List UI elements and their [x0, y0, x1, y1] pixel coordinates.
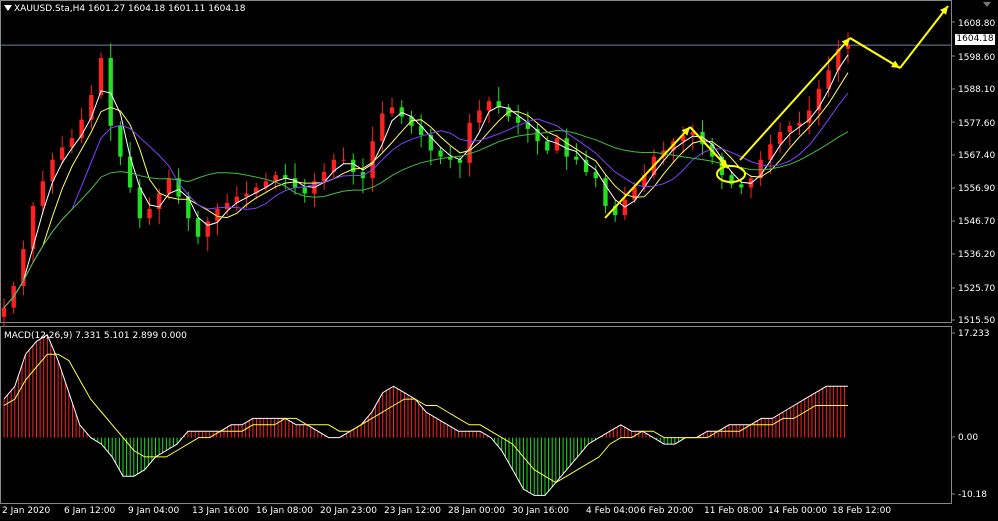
- price-tick: 1598.60: [958, 53, 996, 63]
- pullback-arrow: [689, 126, 729, 169]
- macd-frame: [0, 326, 952, 504]
- candle-body: [302, 187, 307, 194]
- macd-tick: 0.00: [958, 433, 979, 443]
- candle-body: [787, 125, 792, 132]
- candle-body: [545, 141, 550, 151]
- time-tick: 4 Feb 04:00: [586, 506, 640, 516]
- time-tick: 11 Feb 08:00: [704, 506, 764, 516]
- forecast-rise-arrow: [899, 5, 949, 69]
- candle-body: [98, 58, 104, 96]
- time-tick: 28 Jan 00:00: [448, 506, 505, 516]
- candle-body: [574, 156, 579, 160]
- candle-body: [224, 202, 230, 210]
- candle-body: [438, 150, 443, 157]
- price-tick: 1536.20: [958, 250, 996, 260]
- candle-body: [739, 184, 744, 188]
- price-tick: 1556.90: [958, 184, 996, 194]
- macd-tick: -10.18: [958, 490, 988, 500]
- candle-body: [515, 116, 521, 123]
- price-tick: 1588.10: [958, 85, 996, 95]
- candle-body: [341, 159, 346, 161]
- candle-body: [244, 193, 249, 197]
- candle-body: [89, 95, 94, 120]
- chart-canvas[interactable]: [0, 0, 998, 521]
- price-tick: 1608.80: [958, 19, 996, 29]
- candle-body: [467, 122, 472, 163]
- candle-body: [166, 178, 172, 194]
- candle-body: [389, 107, 395, 114]
- time-tick: 18 Feb 12:00: [832, 506, 892, 516]
- price-tick: 1515.50: [958, 316, 996, 326]
- candle-body: [477, 110, 482, 123]
- current-price-label: 1604.18: [955, 34, 995, 45]
- price-tick: 1567.40: [958, 151, 996, 161]
- candle-body: [147, 209, 152, 219]
- macd-tick: 17.233: [958, 329, 990, 339]
- chart-title: XAUUSD.Sta,H4 1601.27 1604.18 1601.11 16…: [14, 4, 246, 14]
- candle-body: [60, 147, 65, 160]
- scroll-shift-icon[interactable]: [983, 2, 991, 7]
- forecast-dip-arrow: [849, 37, 901, 69]
- candle-body: [40, 181, 45, 206]
- candle-body: [399, 107, 404, 117]
- time-tick: 6 Jan 12:00: [64, 506, 116, 516]
- price-tick: 1546.70: [958, 217, 996, 227]
- time-tick: 30 Jan 16:00: [512, 506, 569, 516]
- time-tick: 6 Feb 20:00: [640, 506, 694, 516]
- time-tick: 2 Jan 2020: [2, 506, 51, 516]
- candle-body: [118, 125, 123, 157]
- price-tick: 1577.60: [958, 119, 996, 129]
- time-tick: 20 Jan 23:00: [320, 506, 377, 516]
- symbol-menu-icon[interactable]: [4, 5, 12, 11]
- price-tick: 1525.70: [958, 284, 996, 294]
- candle-body: [50, 159, 55, 182]
- time-tick: 13 Jan 16:00: [192, 506, 249, 516]
- chart-window: XAUUSD.Sta,H4 1601.27 1604.18 1601.11 16…: [0, 0, 998, 521]
- candle-body: [777, 131, 783, 145]
- macd-title: MACD(12,26,9) 7.331 5.101 2.899 0.000: [4, 331, 187, 341]
- candle-body: [380, 113, 385, 142]
- time-tick: 16 Jan 08:00: [256, 506, 313, 516]
- candle-body: [137, 187, 142, 219]
- candle-body: [1, 307, 7, 317]
- uptrend-arrow: [604, 126, 691, 219]
- time-tick: 9 Jan 04:00: [128, 506, 180, 516]
- candle-body: [108, 58, 113, 126]
- price-frame: [0, 0, 952, 323]
- time-tick: 23 Jan 12:00: [384, 506, 441, 516]
- candle-body: [195, 218, 201, 237]
- candle-body: [486, 101, 492, 111]
- time-tick: 14 Feb 00:00: [768, 506, 828, 516]
